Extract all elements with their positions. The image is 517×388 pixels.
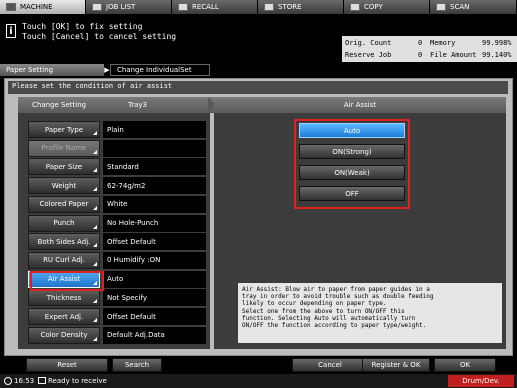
ok-button[interactable]: OK: [434, 358, 496, 372]
function-tab-bar: MACHINE JOB LIST RECALL STORE COPY SCAN: [0, 0, 517, 14]
cancel-button[interactable]: Cancel: [292, 358, 368, 372]
breadcrumb: Paper Setting ▶ Change IndividualSet: [0, 63, 517, 77]
file-amount-label: File Amount: [430, 51, 477, 59]
recall-icon: [178, 3, 188, 11]
breadcrumb-change-individual-set: Change IndividualSet: [110, 64, 210, 76]
setting-colored-paper-button[interactable]: Colored Paper: [28, 195, 100, 213]
tray-label: Tray3: [128, 101, 148, 109]
setting-thickness-button[interactable]: Thickness: [28, 289, 100, 307]
search-button[interactable]: Search: [112, 358, 162, 372]
setting-value: No Hole-Punch: [103, 214, 206, 232]
tab-job-list[interactable]: JOB LIST: [86, 0, 172, 14]
breadcrumb-item-1-label: Paper Setting: [6, 66, 54, 74]
message-line-1: Touch [OK] to fix setting: [22, 22, 143, 31]
settings-row: Weight 62-74g/m2: [28, 177, 206, 195]
settings-row: RU Curl Adj. 0 Humidify :ON: [28, 251, 206, 269]
setting-profile-name-button: Profile Name: [28, 139, 100, 157]
settings-row: Paper Size Standard: [28, 158, 206, 176]
setting-value: [103, 139, 206, 157]
register-ok-button[interactable]: Register & OK: [362, 358, 430, 372]
tab-copy[interactable]: COPY: [344, 0, 430, 14]
setting-punch-button[interactable]: Punch: [28, 214, 100, 232]
instruction-text: Please set the condition of air assist: [12, 82, 173, 90]
setting-value: Plain: [103, 121, 206, 138]
settings-row: Colored Paper White: [28, 195, 206, 213]
tab-machine[interactable]: MACHINE: [0, 0, 86, 14]
setting-expert-adj-button[interactable]: Expert Adj.: [28, 308, 100, 325]
tab-machine-label: MACHINE: [20, 3, 53, 11]
setting-value: Default Adj.Data: [103, 326, 206, 344]
memory-label: Memory: [430, 39, 456, 47]
settings-row: Color Density Default Adj.Data: [28, 326, 206, 344]
orig-count-value: 0: [418, 39, 423, 47]
setting-value: Not Specify: [103, 289, 206, 307]
settings-row: Paper Type Plain: [28, 121, 206, 138]
tab-recall[interactable]: RECALL: [172, 0, 258, 14]
options-highlight: [294, 119, 410, 209]
status-bar: 16:53 Ready to receive Drum/Dev.: [0, 374, 517, 388]
settings-list-header: Change Setting Tray3: [18, 97, 216, 113]
job-list-icon: [92, 3, 102, 11]
setting-value: Auto: [103, 270, 206, 288]
status-text: Ready to receive: [48, 377, 107, 385]
tab-scan[interactable]: SCAN: [430, 0, 517, 14]
info-icon: i: [6, 24, 16, 38]
clock-icon: [4, 377, 12, 385]
settings-row: Profile Name: [28, 139, 206, 157]
setting-value: White: [103, 195, 206, 213]
setting-value: Offset Default: [103, 308, 206, 325]
memory-value: 99.998%: [482, 39, 512, 47]
drum-dev-warning[interactable]: Drum/Dev.: [448, 375, 514, 387]
breadcrumb-item-2-label: Change IndividualSet: [117, 66, 192, 74]
counter-panel: Orig. Count 0 Memory 99.998% Reserve Job…: [342, 36, 517, 62]
tab-recall-label: RECALL: [192, 3, 219, 11]
setting-value: Offset Default: [103, 233, 206, 251]
setting-both-sides-adj-button[interactable]: Both Sides Adj.: [28, 233, 100, 251]
setting-paper-size-button[interactable]: Paper Size: [28, 158, 100, 176]
copy-icon: [350, 3, 360, 11]
settings-row: Both Sides Adj. Offset Default: [28, 233, 206, 251]
help-text: Air Assist: Blow air to paper from paper…: [238, 283, 502, 343]
setting-color-density-button[interactable]: Color Density: [28, 326, 100, 344]
store-icon: [264, 3, 274, 11]
setting-weight-button[interactable]: Weight: [28, 177, 100, 195]
settings-row: Thickness Not Specify: [28, 289, 206, 307]
air-assist-highlight: [30, 271, 104, 291]
settings-row: Expert Adj. Offset Default: [28, 308, 206, 325]
file-amount-value: 99.140%: [482, 51, 512, 59]
printer-icon: [38, 377, 46, 384]
tab-job-list-label: JOB LIST: [106, 3, 136, 11]
setting-value: 62-74g/m2: [103, 177, 206, 195]
reserve-job-value: 0: [418, 51, 423, 59]
setting-value: Standard: [103, 158, 206, 176]
tab-scan-label: SCAN: [450, 3, 470, 11]
drum-dev-label: Drum/Dev.: [462, 377, 500, 385]
reset-button[interactable]: Reset: [26, 358, 108, 372]
machine-icon: [6, 3, 16, 11]
scan-icon: [436, 3, 446, 11]
tab-store-label: STORE: [278, 3, 302, 11]
air-assist-header: Air Assist: [214, 97, 506, 113]
breadcrumb-paper-setting[interactable]: Paper Setting: [0, 64, 104, 76]
change-setting-title: Change Setting: [32, 101, 87, 109]
settings-row: Punch No Hole-Punch: [28, 214, 206, 232]
setting-value: 0 Humidify :ON: [103, 251, 206, 269]
orig-count-label: Orig. Count: [345, 39, 392, 47]
tab-copy-label: COPY: [364, 3, 383, 11]
tab-store[interactable]: STORE: [258, 0, 344, 14]
reserve-job-label: Reserve Job: [345, 51, 392, 59]
setting-paper-type-button[interactable]: Paper Type: [28, 121, 100, 138]
message-line-2: Touch [Cancel] to cancel setting: [22, 32, 177, 41]
status-time: 16:53: [14, 377, 35, 385]
setting-ru-curl-adj-button[interactable]: RU Curl Adj.: [28, 251, 100, 269]
